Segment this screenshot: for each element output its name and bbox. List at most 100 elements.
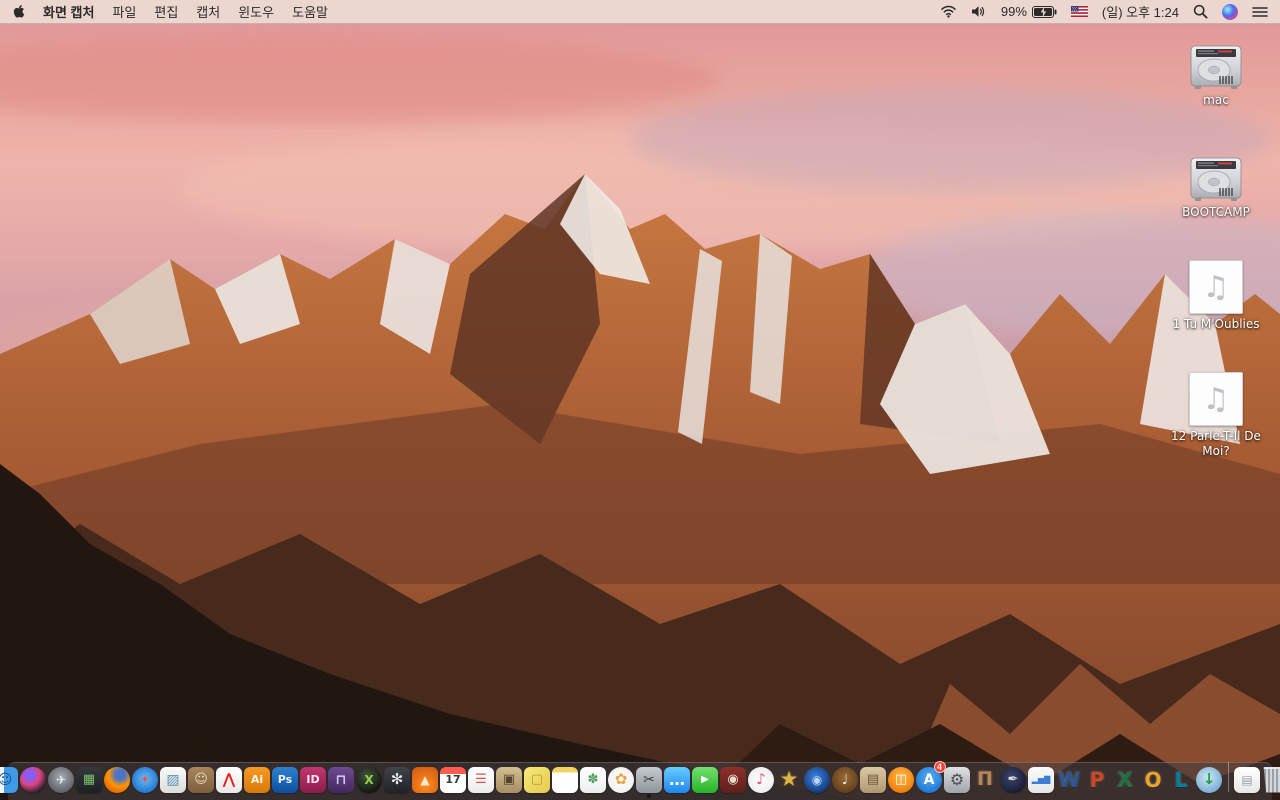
desktop-icon-bootcamp[interactable]: BOOTCAMP [1158,144,1274,256]
dock-star-app[interactable]: ★ [776,765,803,794]
bluray-player-icon: ◉ [804,766,830,793]
dock-keynote[interactable]: Π [972,765,999,794]
dock-stuffit-expander[interactable]: ▣ [496,765,523,794]
apple-menu[interactable] [12,4,25,20]
dock-photos[interactable]: ✿ [608,765,635,794]
dock-ibooks[interactable]: ◫ [888,765,915,794]
dock-xld[interactable]: X [356,765,383,794]
running-indicator [647,794,651,798]
dock-lync[interactable]: L [1168,765,1195,794]
dock-contacts[interactable]: ☺ [188,765,215,794]
star-app-icon: ★ [779,767,799,791]
numbers-icon: ▂▅▇ [1028,766,1054,793]
sierra-mountain-art [0,37,1280,800]
illustrator-icon: Ai [244,766,270,793]
dock-photoshop[interactable]: Ps [272,765,299,794]
calendar-icon: 17 [440,766,466,793]
notes-icon [552,766,578,793]
stuffit-expander-icon: ▣ [496,766,522,793]
menu-bar: 화면 캡처 파일 편집 캡처 윈도우 도움말 99% (일) 오후 1:24 [0,0,1280,24]
running-indicator [3,794,7,798]
apple-logo-icon [13,4,25,18]
dock-app-store[interactable]: A4 [916,761,946,794]
desktop-icon-mac[interactable]: mac [1158,32,1274,144]
dock-notes[interactable] [552,765,579,794]
dock-vlc[interactable]: ▲ [412,765,439,794]
dock-templates[interactable]: ✽ [580,765,607,794]
dock-calendar[interactable]: 17 [440,765,467,794]
dock-mission-control[interactable]: ▦ [76,765,103,794]
dock-preview[interactable]: ▨ [160,765,187,794]
desktop-icon-parle-t-il-de-moi[interactable]: ♫ 12 Parle-T-Il De Moi? [1158,368,1274,480]
grab-icon: ✂ [636,766,662,793]
dock-illustrator[interactable]: Ai [244,765,271,794]
dock-indesign[interactable]: ID [300,765,327,794]
dock-garageband[interactable]: ♩ [832,765,859,794]
pages-icon: ✒ [1000,766,1026,793]
dock-stickies[interactable]: ▢ [524,765,551,794]
dock-grab[interactable]: ✂ [636,765,663,798]
desktop-icon-label: BOOTCAMP [1182,205,1250,219]
desktop-icon-tu-moublies[interactable]: ♫ 1 Tu M'Oublies [1158,256,1274,368]
siri-icon[interactable] [1222,3,1238,20]
dock-collage[interactable]: ▤ [860,765,887,794]
dock-powerpoint[interactable]: P [1084,765,1111,794]
dock-pages[interactable]: ✒ [1000,765,1027,794]
menu-윈도우[interactable]: 윈도우 [238,2,274,21]
input-source-flag-icon[interactable] [1070,6,1088,17]
battery-status[interactable]: 99% [1001,4,1057,19]
dock-numbers[interactable]: ▂▅▇ [1028,765,1055,794]
ibooks-icon: ◫ [888,766,914,793]
dock-toast-titanium[interactable]: ⊓ [328,765,355,794]
dock-safari[interactable]: ✦ [132,765,159,794]
dock-bluray-player[interactable]: ◉ [804,765,831,794]
dock-downloader[interactable]: ↓ [1196,765,1223,794]
desktop-icon-label: mac [1203,93,1229,107]
downloader-icon: ↓ [1196,766,1222,793]
dock-siri[interactable] [20,765,47,794]
excel-icon: X [1117,767,1133,792]
desktop-icon-label: 12 Parle-T-Il De Moi? [1171,429,1261,458]
volume-icon[interactable] [971,5,987,18]
wifi-icon[interactable] [940,5,957,18]
dock-reminders[interactable]: ☰ [468,765,495,794]
firefox-icon [104,766,130,793]
dock-messages[interactable]: … [664,765,691,794]
dock-acrobat-reader[interactable]: ⋀ [216,765,243,794]
menu-캡처[interactable]: 캡처 [196,2,220,21]
menu-도움말[interactable]: 도움말 [292,2,328,21]
dock-firefox[interactable] [104,765,131,794]
menu-편집[interactable]: 편집 [154,2,178,21]
dock-word[interactable]: W [1056,765,1083,794]
photo-booth-icon: ◉ [720,766,746,793]
spotlight-search-icon[interactable] [1193,4,1208,19]
desktop-icon-label: 1 Tu M'Oublies [1172,317,1260,331]
stickies-icon: ▢ [524,766,550,793]
dock-document[interactable]: ▤ [1234,765,1261,794]
dock: ☺ ✈ ▦ ✦ ▨ ☺ ⋀ Ai Ps ID ⊓ X ✻ ▲ 17 ☰ ▣ ▢ ✽ ✿ ✂… ▶ ◉ ♪ ★ ◉ ♩ ▤ ◫ A 4 ⚙ Π ✒ ▂… [0,761,1280,800]
mission-control-icon: ▦ [76,766,102,793]
menu-파일[interactable]: 파일 [112,2,136,21]
notification-center-icon[interactable] [1252,6,1268,18]
dock-system-preferences[interactable]: ⚙ [944,765,971,794]
dock-trash[interactable] [1262,765,1280,794]
dock-photo-booth[interactable]: ◉ [720,765,747,794]
dock-outlook[interactable]: O [1140,765,1167,794]
menu-clock[interactable]: (일) 오후 1:24 [1102,2,1179,21]
battery-percent: 99% [1000,4,1027,19]
dock-excel[interactable]: X [1112,765,1139,794]
dock-macs-fan-control[interactable]: ✻ [384,765,411,794]
system-preferences-icon: ⚙ [944,766,970,793]
dock-divider [1227,762,1229,792]
dock-facetime[interactable]: ▶ [692,765,719,794]
templates-icon: ✽ [580,766,606,793]
audio-file-icon: ♫ [1189,256,1243,314]
dock-launchpad[interactable]: ✈ [48,765,75,794]
dock-itunes[interactable]: ♪ [748,765,775,794]
menu-app-name[interactable]: 화면 캡처 [43,2,94,21]
siri-icon [20,766,46,793]
wallpaper [0,24,1280,800]
photoshop-icon: Ps [272,766,298,793]
preview-icon: ▨ [160,766,186,793]
dock-finder[interactable]: ☺ [0,765,19,798]
